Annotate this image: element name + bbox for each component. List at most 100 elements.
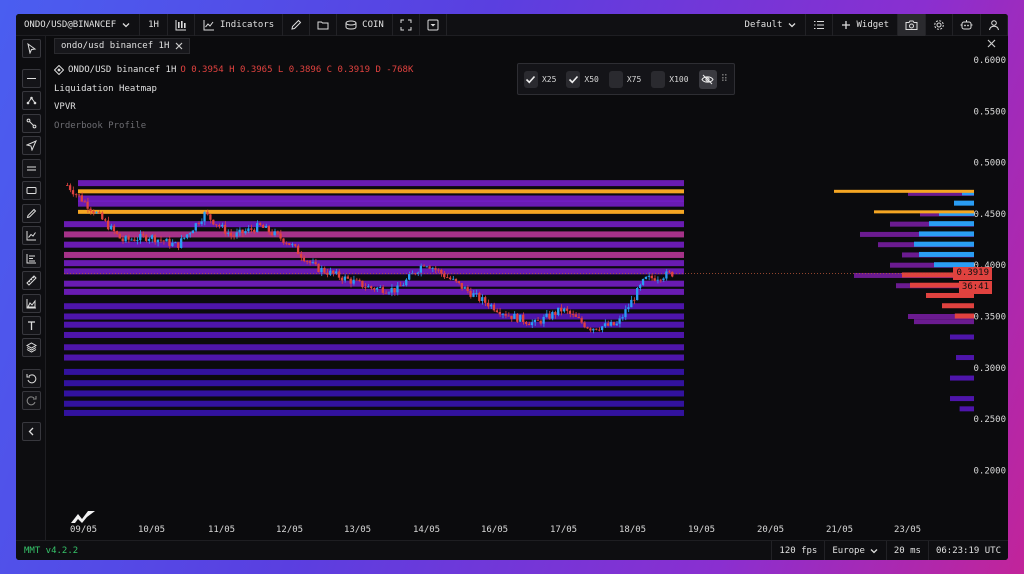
vpvr-bar bbox=[959, 406, 974, 412]
fullscreen-button[interactable] bbox=[393, 14, 420, 36]
indicators-button[interactable]: Indicators bbox=[195, 14, 284, 36]
candle-body bbox=[311, 262, 314, 264]
candle-body bbox=[522, 314, 525, 323]
check-icon bbox=[526, 75, 536, 83]
candle-body bbox=[443, 273, 446, 278]
settings-button[interactable] bbox=[926, 14, 953, 36]
chart-tab[interactable]: ondo/usd binancef 1H bbox=[54, 38, 191, 54]
trend-line-tool[interactable] bbox=[22, 114, 41, 133]
candle-body bbox=[206, 212, 209, 215]
latency-indicator: 20 ms bbox=[885, 540, 928, 560]
time-tick-label: 10/05 bbox=[138, 525, 165, 535]
clock-value: 06:23:19 UTC bbox=[935, 545, 1001, 556]
pitchfork-tool[interactable] bbox=[22, 91, 41, 110]
candle-body bbox=[334, 271, 338, 274]
measure-tool[interactable] bbox=[22, 271, 41, 290]
orderbook-bid-bar bbox=[926, 292, 974, 298]
fib-tool[interactable] bbox=[22, 249, 41, 268]
legend-indicator-vpvr[interactable]: VPVR bbox=[54, 98, 413, 117]
orderbook-bid-bar bbox=[954, 313, 974, 319]
legend-indicator-orderbook[interactable]: Orderbook Profile bbox=[54, 117, 413, 136]
candle-body bbox=[612, 322, 615, 326]
undo-button[interactable] bbox=[22, 369, 41, 388]
time-tick-label: 21/05 bbox=[826, 525, 853, 535]
chevron-left-icon bbox=[28, 427, 34, 436]
redo-button[interactable] bbox=[22, 391, 41, 410]
rectangle-tool[interactable] bbox=[22, 181, 41, 200]
line-chart-tool[interactable] bbox=[22, 226, 41, 245]
x25-checkbox[interactable] bbox=[524, 70, 538, 88]
account-button[interactable] bbox=[981, 14, 1008, 36]
candle-body bbox=[565, 308, 569, 311]
layers-tool[interactable] bbox=[22, 338, 41, 357]
folder-button[interactable] bbox=[310, 14, 338, 36]
x100-checkbox[interactable] bbox=[651, 70, 666, 88]
candle-body bbox=[472, 293, 475, 297]
bot-button[interactable] bbox=[953, 14, 981, 36]
candle-body bbox=[627, 307, 630, 310]
line-chart-icon bbox=[26, 231, 36, 241]
parallel-lines-tool[interactable] bbox=[22, 159, 41, 178]
candle-body bbox=[419, 265, 423, 273]
brush-tool[interactable] bbox=[22, 204, 41, 223]
coin-label: COIN bbox=[362, 19, 384, 30]
draw-button[interactable] bbox=[283, 14, 311, 36]
candle-body bbox=[644, 276, 648, 279]
x50-checkbox[interactable] bbox=[566, 70, 581, 88]
symbol-selector[interactable]: ONDO/USD@BINANCEF bbox=[16, 14, 141, 36]
candle-body bbox=[86, 201, 89, 209]
candle-body bbox=[314, 262, 317, 264]
chart-type-button[interactable] bbox=[168, 14, 195, 36]
candle-body bbox=[586, 327, 589, 329]
legend-main-row: ONDO/USD binancef 1H O 0.3954 H 0.3965 L… bbox=[54, 61, 413, 80]
legend-indicator-liquidation[interactable]: Liquidation Heatmap bbox=[54, 80, 413, 99]
candle-body bbox=[492, 304, 496, 311]
projection-tool[interactable] bbox=[22, 294, 41, 313]
interval-button[interactable]: 1H bbox=[140, 14, 168, 36]
gear-icon bbox=[934, 19, 944, 30]
time-tick-label: 09/05 bbox=[70, 525, 97, 535]
heatmap-band bbox=[78, 189, 684, 194]
add-widget-button[interactable]: Widget bbox=[833, 14, 898, 36]
price-tick-label: 0.4500 bbox=[973, 210, 1006, 220]
arrow-tool[interactable] bbox=[22, 136, 41, 155]
candle-body bbox=[133, 239, 136, 241]
region-selector[interactable]: Europe bbox=[824, 540, 886, 560]
candle-body bbox=[621, 317, 624, 319]
candle-body bbox=[162, 240, 165, 242]
legend-symbol[interactable]: ONDO/USD binancef 1H bbox=[68, 61, 176, 80]
latency-value: 20 ms bbox=[893, 545, 921, 556]
x75-checkbox[interactable] bbox=[608, 70, 623, 88]
candle-body bbox=[244, 231, 247, 234]
vpvr-bar bbox=[914, 319, 974, 325]
screenshot-button[interactable] bbox=[898, 14, 926, 36]
candle-body bbox=[130, 239, 133, 241]
visibility-toggle[interactable] bbox=[698, 69, 717, 89]
heatmap-band bbox=[78, 180, 684, 187]
candle-body bbox=[367, 286, 370, 288]
horizontal-line-tool[interactable] bbox=[22, 69, 41, 88]
candle-body bbox=[358, 279, 361, 281]
layout-selector[interactable]: Default bbox=[737, 14, 807, 36]
cursor-tool[interactable] bbox=[22, 39, 41, 58]
heatmap-band bbox=[64, 260, 684, 267]
candle-body bbox=[121, 238, 124, 242]
list-button[interactable] bbox=[806, 14, 834, 36]
close-icon[interactable] bbox=[175, 42, 183, 50]
camera-icon bbox=[905, 20, 918, 30]
candle-body bbox=[302, 257, 306, 262]
chart-area[interactable]: 0.60000.55000.50000.45000.40000.35000.30… bbox=[46, 54, 1008, 540]
candle-body bbox=[557, 307, 560, 315]
collapse-toolbar-button[interactable] bbox=[22, 422, 41, 441]
text-tool[interactable] bbox=[22, 316, 41, 335]
close-chart-button[interactable] bbox=[987, 38, 996, 51]
drag-handle-icon[interactable]: ⠿ bbox=[721, 74, 728, 85]
candle-body bbox=[408, 274, 411, 280]
candle-body bbox=[671, 271, 674, 277]
coin-button[interactable]: COIN bbox=[337, 14, 393, 36]
dropdown-menu-button[interactable] bbox=[420, 14, 447, 36]
candle-body bbox=[378, 287, 382, 289]
candle-body bbox=[215, 224, 218, 226]
time-tick-label: 11/05 bbox=[208, 525, 235, 535]
rectangle-icon bbox=[26, 187, 37, 194]
